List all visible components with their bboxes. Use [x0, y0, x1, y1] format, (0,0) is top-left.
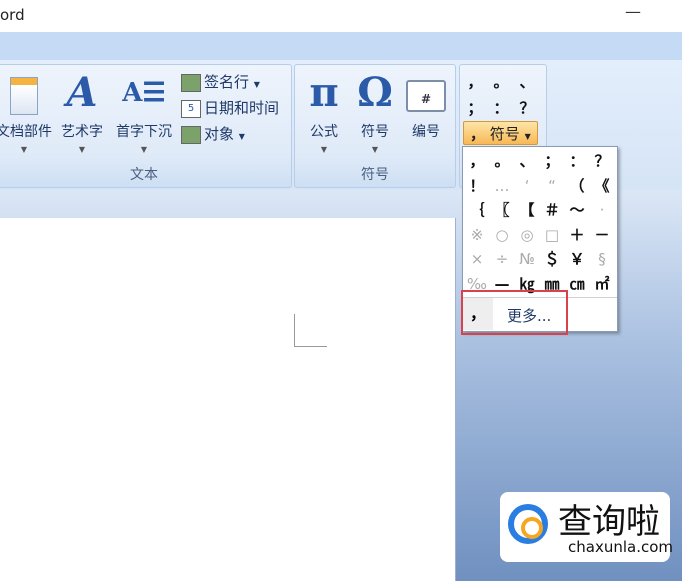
comma-icon: ，	[470, 125, 486, 143]
symbol-cell[interactable]: ×	[465, 247, 489, 272]
watermark-logo: 查询啦 chaxunla.com	[500, 492, 673, 562]
symbol-cell[interactable]: 《	[590, 174, 614, 199]
symbol-cell[interactable]: ＃	[540, 198, 564, 223]
symbol-cell[interactable]: ￥	[565, 247, 589, 272]
object-icon	[181, 125, 201, 144]
symbol-cell[interactable]: “	[540, 174, 564, 199]
symbol-cell[interactable]: ※	[465, 223, 489, 248]
margin-corner-mark	[294, 314, 327, 347]
symbol-cell[interactable]: ÷	[490, 247, 514, 272]
symbol-cell[interactable]: ｛	[465, 198, 489, 223]
ribbon-tab-strip	[0, 32, 682, 62]
group-label-text: 文本	[130, 167, 158, 183]
chevron-down-icon: ▼	[320, 145, 328, 154]
document-page[interactable]	[0, 218, 456, 581]
symbol-cell[interactable]: 〖	[490, 198, 514, 223]
symbol-cell[interactable]: …	[490, 174, 514, 199]
window-title: ord	[0, 6, 25, 24]
date-time-icon: 5	[181, 99, 201, 118]
chevron-down-icon: ▼	[140, 145, 148, 154]
symbol-cell[interactable]: №	[515, 247, 539, 272]
symbol-cell[interactable]: （	[565, 174, 589, 199]
symbol-cell[interactable]: §	[590, 247, 614, 272]
symbol-cell[interactable]: ‘	[515, 174, 539, 199]
number-icon: #	[401, 69, 451, 117]
minimize-button[interactable]: —	[620, 2, 646, 28]
symbol-cell[interactable]: ○	[490, 223, 514, 248]
highlight-box	[461, 290, 568, 335]
quick-parts-icon	[0, 69, 57, 117]
symbol-cell[interactable]: 。	[490, 149, 514, 174]
group-label-symbols: 符号	[361, 167, 389, 183]
symbol-grid: ，。、；：？！… ‘“（《｛〖【＃～ · ※ ○ ◎ □ ＋－ × ÷ № ＄ ￥ § ‰ — ㎏㎜㎝㎡	[465, 149, 614, 296]
symbol-dropdown-button[interactable]: ， 符号 ▼	[463, 121, 538, 145]
quick-symbol[interactable]: 、	[514, 71, 540, 92]
omega-icon: Ω	[357, 69, 393, 116]
symbol-cell[interactable]: ～	[565, 198, 589, 223]
symbol-cell[interactable]: ㎡	[590, 272, 614, 297]
wordart-button[interactable]: A 艺术字 ▼	[55, 69, 109, 154]
quick-symbol[interactable]: ，	[462, 71, 488, 92]
equation-button[interactable]: π 公式 ▼	[299, 69, 349, 154]
signature-line-icon	[181, 73, 201, 92]
symbol-cell[interactable]: 【	[515, 198, 539, 223]
symbol-cell[interactable]: ◎	[515, 223, 539, 248]
symbol-cell[interactable]: ：	[565, 149, 589, 174]
quick-symbol[interactable]: 。	[488, 71, 514, 92]
symbol-cell[interactable]: ！	[465, 174, 489, 199]
chevron-down-icon: ▼	[20, 145, 28, 154]
magnifier-logo-icon	[508, 504, 548, 544]
object-button[interactable]: 对象 ▼	[181, 123, 245, 144]
symbol-button[interactable]: Ω 符号 ▼	[350, 69, 400, 154]
wordart-icon: A	[66, 69, 98, 116]
symbol-cell[interactable]: ？	[590, 149, 614, 174]
symbol-cell[interactable]: ㎝	[565, 272, 589, 297]
symbol-cell[interactable]: ＄	[540, 247, 564, 272]
quick-symbol[interactable]: ：	[488, 97, 514, 118]
symbol-cell[interactable]: ＋	[565, 223, 589, 248]
quick-symbol[interactable]: ？	[514, 97, 540, 118]
symbol-cell[interactable]: ，	[465, 149, 489, 174]
chevron-down-icon: ▼	[524, 132, 531, 141]
chevron-down-icon: ▼	[78, 145, 86, 154]
drop-cap-button[interactable]: A☰ 首字下沉 ▼	[111, 69, 177, 154]
quick-symbol[interactable]: ；	[462, 97, 488, 118]
drop-cap-icon: A☰	[122, 78, 166, 108]
chevron-down-icon: ▼	[371, 145, 379, 154]
pi-icon: π	[309, 69, 339, 116]
symbol-cell[interactable]: －	[590, 223, 614, 248]
symbol-cell[interactable]: □	[540, 223, 564, 248]
numbering-button[interactable]: # 编号	[401, 69, 451, 141]
date-time-button[interactable]: 5 日期和时间	[181, 97, 279, 118]
group-text: 文档部件 ▼ A 艺术字 ▼ A☰ 首字下沉 ▼ 签名行 ▼ 5 日期和时间 对象 ▼ …	[0, 64, 292, 188]
signature-line-button[interactable]: 签名行 ▼	[181, 71, 260, 92]
symbol-cell[interactable]: ·	[590, 198, 614, 223]
symbol-cell[interactable]: ；	[540, 149, 564, 174]
quick-parts-button[interactable]: 文档部件 ▼	[0, 69, 57, 154]
title-bar	[0, 0, 682, 32]
symbol-cell[interactable]: 、	[515, 149, 539, 174]
group-symbols: π 公式 ▼ Ω 符号 ▼ # 编号 符号	[294, 64, 456, 188]
